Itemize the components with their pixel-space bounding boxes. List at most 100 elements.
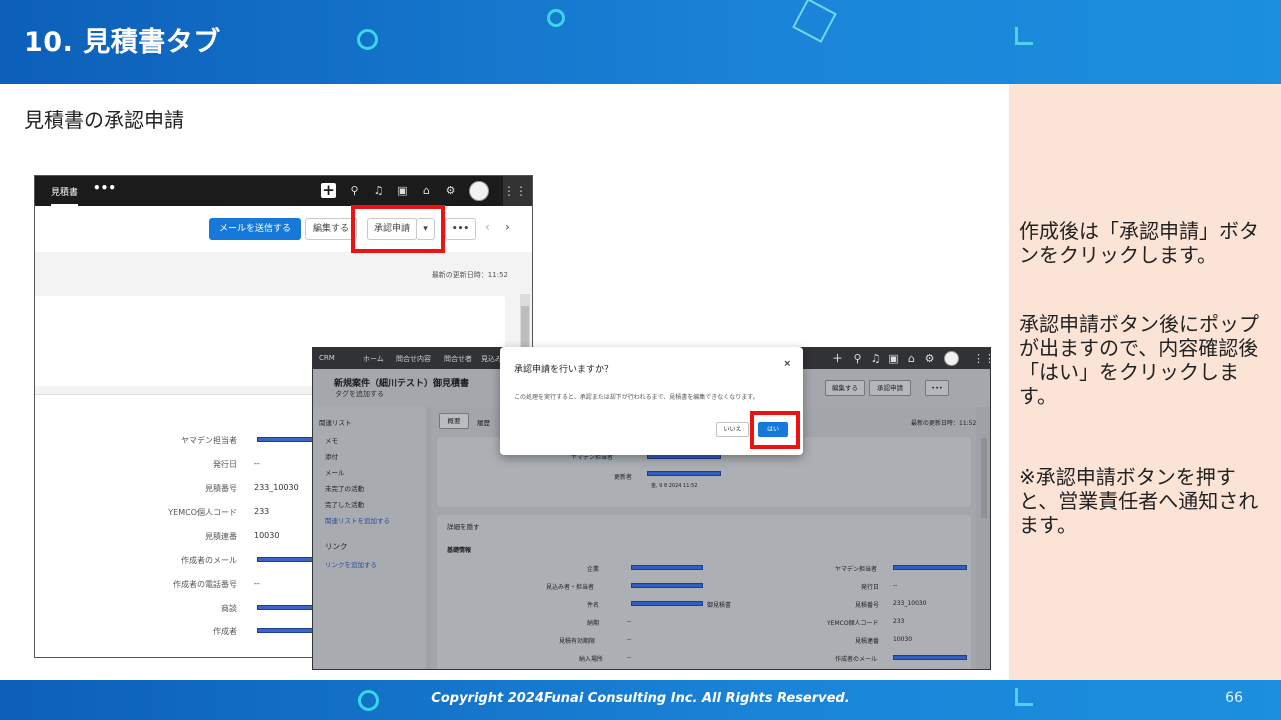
- field-label: 商談: [221, 604, 237, 613]
- bell-icon[interactable]: ♫: [372, 184, 385, 197]
- scrollbar-thumb[interactable]: [521, 306, 529, 351]
- search-icon[interactable]: ⚲: [851, 352, 864, 365]
- slide-footer: Copyright 2024Funai Consulting Inc. All …: [0, 680, 1281, 720]
- bell-icon[interactable]: ♫: [869, 352, 882, 365]
- note-step-2: 承認申請ボタン後にポップが出ますので、内容確認後「はい」をクリックします。: [1019, 312, 1259, 408]
- store-icon[interactable]: ⌂: [905, 352, 918, 365]
- field-label: YEMCO個人コード: [168, 508, 237, 517]
- page-number: 66: [1225, 690, 1243, 706]
- field-value: 御見積書: [707, 602, 732, 609]
- more-actions-button[interactable]: •••: [925, 380, 949, 396]
- action-bar: メールを送信する 編集する 承認申請 ▾ ••• ‹ ›: [35, 206, 532, 252]
- dialog-message: この処理を実行すると、承認または却下が行われるまで、見積書を編集できなくなります…: [514, 394, 759, 401]
- nav-inquirers[interactable]: 問合せ者: [444, 354, 472, 364]
- highlight-approval-button: [351, 205, 445, 253]
- field-label: 納期: [587, 620, 600, 627]
- field-label: 発行日: [861, 584, 880, 591]
- app-grid-icon[interactable]: ⋮⋮: [973, 352, 990, 365]
- note-remark: ※承認申請ボタンを押すと、営業責任者へ通知されます。: [1019, 465, 1259, 537]
- section-basic-info: 基礎情報: [447, 547, 472, 554]
- nav-prospects[interactable]: 見込み: [481, 354, 502, 364]
- field-label: ヤマデン担当者: [835, 566, 878, 573]
- add-tag-link[interactable]: タグを追加する: [335, 389, 384, 399]
- field-value: 233: [893, 618, 905, 625]
- last-updated: 最新の更新日時：11:52: [911, 420, 977, 427]
- hide-details-link[interactable]: 詳細を隠す: [447, 521, 480, 531]
- store-icon[interactable]: ⌂: [420, 184, 433, 197]
- details-card: [437, 515, 971, 669]
- redacted-value: [631, 565, 703, 570]
- close-icon[interactable]: ×: [783, 359, 791, 369]
- updated-timestamp: 金, 9 8 2024 11:52: [651, 483, 698, 489]
- crm-logo[interactable]: CRM: [319, 354, 335, 362]
- nav-inquiries[interactable]: 問合せ内容: [396, 354, 431, 364]
- tab-history[interactable]: 履歴: [477, 417, 490, 427]
- slide-header: 10. 見積書タブ: [0, 0, 1281, 84]
- redacted-value: [893, 655, 967, 660]
- field-value: --: [627, 654, 632, 661]
- related-list-heading: 関連リスト: [319, 419, 352, 427]
- calendar-icon[interactable]: ▣: [396, 184, 409, 197]
- note-step-1: 作成後は「承認申請」ボタンをクリックします。: [1019, 219, 1259, 267]
- field-value: --: [254, 579, 260, 588]
- field-label: 見込み者・担当者: [546, 584, 595, 591]
- highlight-yes-button: [750, 411, 800, 449]
- prev-record-icon[interactable]: ‹: [485, 220, 490, 234]
- field-label: 見積番号: [855, 602, 880, 609]
- nav-home[interactable]: ホーム: [363, 354, 384, 364]
- redacted-value: [631, 583, 703, 588]
- tab-quote[interactable]: 見積書: [51, 185, 79, 206]
- sidebar-item-mail[interactable]: メール: [325, 467, 345, 477]
- field-label: 作成者の電話番号: [173, 580, 237, 589]
- sidebar-item-memo[interactable]: メモ: [325, 435, 338, 445]
- field-label: 件名: [587, 602, 600, 609]
- calendar-icon[interactable]: ▣: [887, 352, 900, 365]
- scrollbar[interactable]: [981, 438, 987, 518]
- field-value: 10030: [254, 531, 280, 540]
- sidebar-item-closed-activities[interactable]: 完了した活動: [325, 499, 364, 509]
- plus-icon[interactable]: +: [321, 183, 336, 198]
- tab-overview[interactable]: 概要: [439, 413, 469, 429]
- dialog-title: 承認申請を行いますか？: [514, 365, 614, 375]
- redacted-value: [893, 565, 967, 570]
- field-label: ヤマデン担当者: [181, 436, 237, 445]
- field-label: 納入場所: [579, 656, 604, 663]
- decor-hook-icon: [1015, 27, 1033, 45]
- plus-icon[interactable]: ＋: [831, 352, 844, 365]
- more-tabs-icon[interactable]: •••: [93, 181, 116, 195]
- decor-circle-icon: [357, 29, 378, 50]
- field-label: 見積連番: [205, 532, 237, 541]
- sidebar: 関連リスト メモ 添付 メール 未完了の活動 完了した活動 関連リストを追加する…: [313, 407, 426, 669]
- gear-icon[interactable]: ⚙: [923, 352, 936, 365]
- no-button[interactable]: いいえ: [716, 422, 749, 437]
- app-grid-icon[interactable]: ⋮⋮⋮: [503, 176, 532, 206]
- decor-diamond-icon: [792, 0, 837, 43]
- add-related-list-link[interactable]: 関連リストを追加する: [325, 515, 390, 525]
- last-updated: 最新の更新日時：11:52: [431, 271, 508, 279]
- gear-icon[interactable]: ⚙: [444, 184, 457, 197]
- sidebar-item-attachments[interactable]: 添付: [325, 451, 338, 461]
- field-label: 作成者: [213, 627, 237, 636]
- next-record-icon[interactable]: ›: [505, 220, 510, 234]
- field-label: YEMCO個人コード: [827, 620, 879, 627]
- edit-button[interactable]: 編集する: [305, 218, 357, 240]
- approval-request-button[interactable]: 承認申請: [869, 380, 911, 396]
- sidebar-item-open-activities[interactable]: 未完了の活動: [325, 483, 364, 493]
- add-link-link[interactable]: リンクを追加する: [325, 559, 377, 569]
- field-value: --: [893, 582, 898, 589]
- field-label: 更新者: [614, 474, 633, 481]
- avatar[interactable]: [944, 351, 959, 366]
- field-label: 作成者のメール: [835, 656, 878, 663]
- top-nav-bar: 見積書 ••• + ⚲ ♫ ▣ ⌂ ⚙ ⋮⋮⋮: [35, 176, 532, 206]
- search-icon[interactable]: ⚲: [348, 184, 361, 197]
- more-actions-button[interactable]: •••: [445, 218, 476, 240]
- field-value: 10030: [893, 636, 913, 643]
- edit-button[interactable]: 編集する: [825, 380, 865, 396]
- field-label: 発行日: [213, 460, 237, 469]
- send-email-button[interactable]: メールを送信する: [209, 218, 301, 240]
- avatar[interactable]: [469, 181, 489, 201]
- field-label: 見積有効期限: [559, 638, 596, 645]
- redacted-value: [631, 601, 703, 606]
- field-label: 見積番号: [205, 484, 237, 493]
- field-value: --: [254, 459, 260, 468]
